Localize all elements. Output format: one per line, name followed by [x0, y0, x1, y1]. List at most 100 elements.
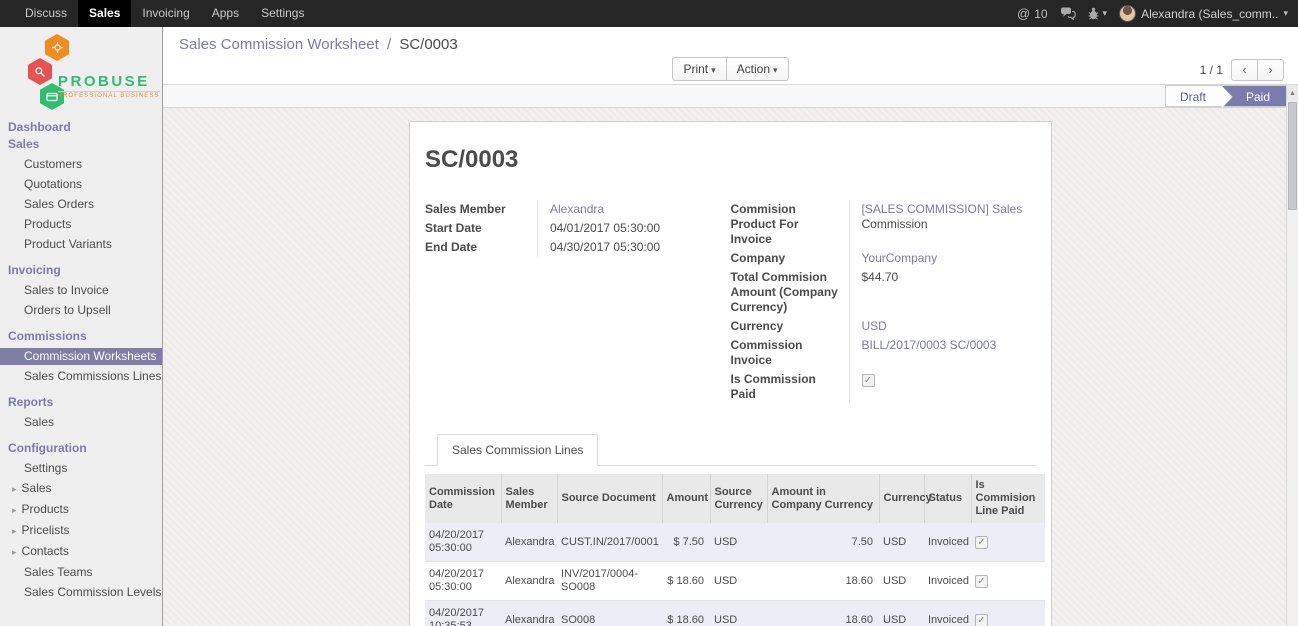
scrollbar-thumb[interactable] — [1288, 102, 1297, 210]
sidebar-section-reports[interactable]: Reports — [0, 394, 162, 411]
sidebar: PROBUSE PROFESSIONAL BUSINESS Dashboard … — [0, 27, 163, 626]
menu-apps[interactable]: Apps — [201, 0, 250, 27]
chevron-down-icon: ▾ — [711, 65, 716, 75]
sidebar-item-quotations[interactable]: Quotations — [0, 176, 162, 193]
sidebar-item-product-variants[interactable]: Product Variants — [0, 236, 162, 253]
sidebar-nav: Dashboard Sales Customers Quotations Sal… — [0, 119, 162, 601]
col-source-document: Source Document — [557, 474, 662, 523]
chevron-down-icon: ▾ — [1283, 8, 1288, 19]
sidebar-item-config-contacts[interactable]: ▸Contacts — [0, 543, 162, 561]
field-label-end-date: End Date — [425, 238, 537, 257]
scroll-up-arrow-icon: ▲ — [1289, 90, 1296, 97]
currency-link[interactable]: USD — [862, 319, 887, 333]
col-amount: Amount — [662, 474, 710, 523]
menu-sales[interactable]: Sales — [78, 0, 131, 27]
scroll-up-button[interactable]: ▲ — [1287, 85, 1298, 101]
tab-sales-commission-lines[interactable]: Sales Commission Lines — [437, 434, 598, 466]
commission-invoice-link[interactable]: BILL/2017/0003 SC/0003 — [862, 338, 997, 352]
breadcrumb-current: SC/0003 — [399, 36, 457, 53]
notebook-tabs: Sales Commission Lines — [425, 434, 1036, 466]
field-group-right: Commision Product For Invoice [SALES COM… — [731, 200, 1037, 404]
pager-previous-button[interactable]: ‹ — [1231, 59, 1258, 81]
col-status: Status — [924, 474, 971, 523]
chevron-right-icon: ▸ — [12, 526, 17, 536]
is-commission-paid-checkbox: ✓ — [862, 374, 875, 387]
chevron-down-icon: ▾ — [773, 65, 778, 75]
status-step-draft[interactable]: Draft — [1165, 86, 1222, 106]
sidebar-item-config-sales[interactable]: ▸Sales — [0, 480, 162, 498]
sidebar-item-orders-to-upsell[interactable]: Orders to Upsell — [0, 302, 162, 319]
main-menu: Discuss Sales Invoicing Apps Settings — [14, 0, 315, 27]
sidebar-item-sales-commission-levels[interactable]: Sales Commission Levels — [0, 584, 162, 601]
field-label-is-commission-paid: Is Commission Paid — [731, 370, 849, 404]
sidebar-item-dashboard[interactable]: Dashboard — [0, 119, 162, 136]
user-name: Alexandra (Sales_comm.. — [1141, 7, 1278, 21]
commission-lines-table: Commission Date Sales Member Source Docu… — [425, 474, 1045, 626]
company-link[interactable]: YourCompany — [862, 251, 938, 265]
start-date-value: 04/01/2017 05:30:00 — [537, 219, 731, 238]
breadcrumb-parent-link[interactable]: Sales Commission Worksheet — [179, 36, 379, 53]
mentions-counter[interactable]: @ 10 — [1017, 6, 1048, 21]
avatar — [1119, 5, 1136, 22]
mention-count: 10 — [1034, 7, 1047, 21]
action-button[interactable]: Action▾ — [726, 57, 789, 81]
pager: 1 / 1 ‹ › — [1200, 59, 1284, 81]
line-paid-checkbox: ✓ — [975, 575, 988, 588]
sidebar-item-sales-commissions-lines[interactable]: Sales Commissions Lines — [0, 368, 162, 385]
breadcrumb: Sales Commission Worksheet / SC/0003 — [163, 27, 1298, 53]
breadcrumb-separator: / — [387, 36, 391, 53]
logo-tagline: PROFESSIONAL BUSINESS — [58, 93, 160, 99]
logo-text: PROBUSE PROFESSIONAL BUSINESS — [58, 73, 160, 99]
at-icon: @ — [1017, 6, 1030, 21]
sidebar-item-config-pricelists[interactable]: ▸Pricelists — [0, 522, 162, 540]
sidebar-item-sales-orders[interactable]: Sales Orders — [0, 196, 162, 213]
chevron-right-icon: ▸ — [12, 547, 17, 557]
col-sales-member: Sales Member — [501, 474, 557, 523]
pager-next-button[interactable]: › — [1257, 59, 1284, 81]
field-group-left: Sales Member Alexandra Start Date 04/01/… — [425, 200, 731, 404]
field-label-commission-product: Commision Product For Invoice — [731, 200, 849, 249]
sidebar-item-customers[interactable]: Customers — [0, 156, 162, 173]
sidebar-section-invoicing[interactable]: Invoicing — [0, 262, 162, 279]
messages-button[interactable] — [1060, 7, 1076, 20]
sidebar-item-config-products[interactable]: ▸Products — [0, 501, 162, 519]
field-label-commission-invoice: Commission Invoice — [731, 336, 849, 370]
sidebar-item-settings[interactable]: Settings — [0, 460, 162, 477]
chat-bubble-icon — [1060, 7, 1076, 20]
sidebar-item-sales-teams[interactable]: Sales Teams — [0, 564, 162, 581]
topbar-right-tools: @ 10 ▾ Alexandra (Sales_comm.. — [1017, 0, 1298, 27]
chevron-right-icon: ▸ — [12, 505, 17, 515]
logo-magnifier-hexagon-icon — [28, 58, 52, 85]
sidebar-item-products[interactable]: Products — [0, 216, 162, 233]
field-label-sales-member: Sales Member — [425, 200, 537, 219]
table-row[interactable]: 04/20/2017 05:30:00 Alexandra INV/2017/0… — [425, 562, 1045, 601]
vertical-scrollbar[interactable]: ▲ — [1286, 85, 1298, 626]
content-area: SC/0003 Sales Member Alexandra Start Dat… — [163, 108, 1298, 626]
logo-gear-hexagon-icon — [45, 34, 69, 61]
line-paid-checkbox: ✓ — [975, 536, 988, 549]
sidebar-section-sales[interactable]: Sales — [0, 136, 162, 153]
user-menu[interactable]: Alexandra (Sales_comm.. ▾ — [1119, 5, 1288, 22]
sidebar-item-commission-worksheets[interactable]: Commission Worksheets — [0, 348, 162, 365]
main-panel: Sales Commission Worksheet / SC/0003 Pri… — [163, 27, 1298, 626]
table-row[interactable]: 04/20/2017 10:35:53 Alexandra SO008 $ 18… — [425, 601, 1045, 626]
col-commission-date: Commission Date — [425, 474, 501, 523]
commission-product-link[interactable]: [SALES COMMISSION] Sales — [862, 202, 1023, 216]
menu-settings[interactable]: Settings — [250, 0, 315, 27]
sidebar-section-configuration[interactable]: Configuration — [0, 440, 162, 457]
sidebar-item-reports-sales[interactable]: Sales — [0, 414, 162, 431]
sidebar-item-sales-to-invoice[interactable]: Sales to Invoice — [0, 282, 162, 299]
status-band: Draft Paid — [163, 85, 1298, 108]
debug-menu-button[interactable]: ▾ — [1088, 7, 1108, 20]
company-logo[interactable]: PROBUSE PROFESSIONAL BUSINESS — [0, 31, 162, 111]
menu-discuss[interactable]: Discuss — [14, 0, 78, 27]
commission-product-rest: Commission — [862, 217, 1037, 232]
menu-invoicing[interactable]: Invoicing — [131, 0, 200, 27]
print-button[interactable]: Print▾ — [672, 57, 726, 81]
sales-member-link[interactable]: Alexandra — [550, 202, 604, 216]
sidebar-section-commissions[interactable]: Commissions — [0, 328, 162, 345]
line-paid-checkbox: ✓ — [975, 614, 988, 626]
record-title: SC/0003 — [425, 146, 1036, 174]
table-row[interactable]: 04/20/2017 05:30:00 Alexandra CUST.IN/20… — [425, 523, 1045, 562]
total-commission-value: $44.70 — [849, 268, 1037, 317]
